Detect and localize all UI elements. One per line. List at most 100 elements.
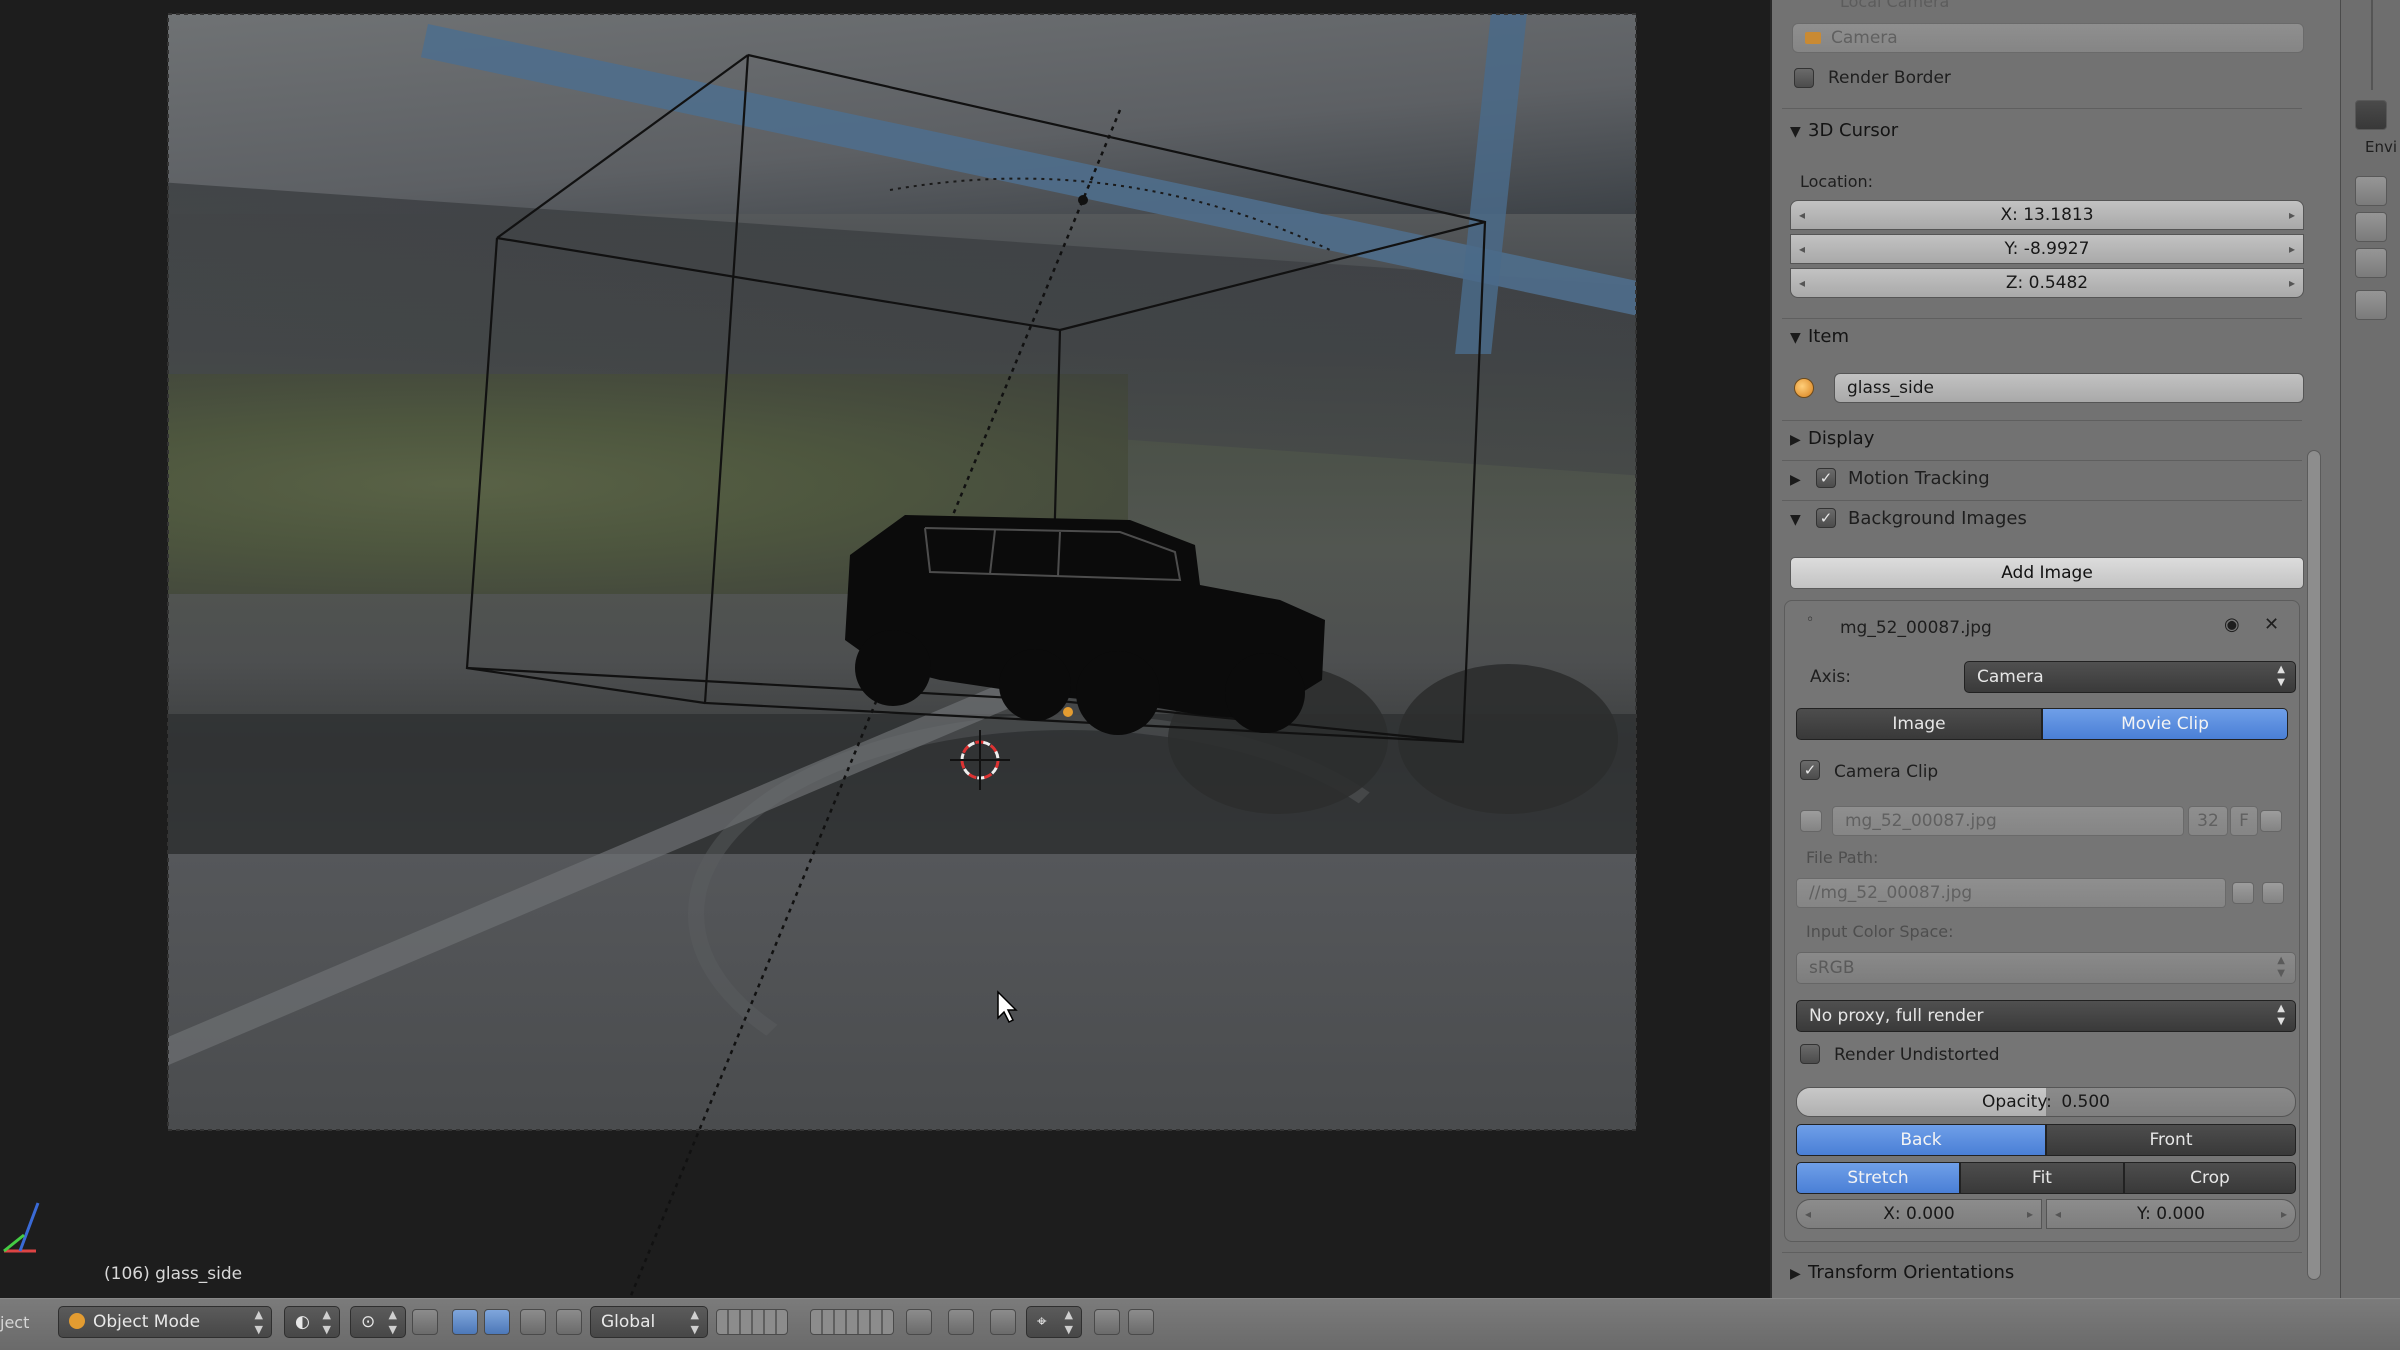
mode-dropdown[interactable]: Object Mode ▲ ▼ (58, 1306, 272, 1338)
properties-editor-tabs: Envi (2340, 0, 2400, 1298)
render-border-checkbox[interactable] (1794, 68, 1814, 88)
render-undistorted-label: Render Undistorted (1834, 1045, 2000, 1065)
depth-front-button[interactable]: Front (2046, 1124, 2296, 1156)
render-undistorted-checkbox[interactable] (1800, 1044, 1820, 1064)
divider (1782, 420, 2302, 421)
data-properties-icon[interactable] (2355, 290, 2387, 320)
object-origin-dot (1063, 707, 1073, 717)
3d-view-header: ject Object Mode ▲ ▼ ◐ ▲ ▼ ⊙ ▲ ▼ Global ▲ ▼ ⌖ ▲ ▼ (0, 1298, 2400, 1350)
cursor-x-field[interactable]: ◂ X: 13.1813 ▸ (1790, 200, 2304, 230)
proxy-dropdown[interactable]: No proxy, full render ▲ ▼ (1796, 1000, 2296, 1032)
collapse-entry-icon[interactable]: ◦ (1806, 612, 1814, 628)
transform-orientations-section-header[interactable]: ▶ Transform Orientations (1790, 1262, 2014, 1283)
offset-y-field[interactable]: ◂ Y: 0.000 ▸ (2046, 1199, 2296, 1229)
increment-arrow-icon[interactable]: ▸ (2289, 269, 2295, 297)
object-menu-fragment[interactable]: ject (0, 1313, 29, 1332)
add-image-button[interactable]: Add Image (1790, 557, 2304, 589)
offset-x-value: X: 0.000 (1883, 1204, 1955, 1224)
translate-manipulator-icon[interactable] (452, 1309, 478, 1335)
decrement-arrow-icon[interactable]: ◂ (1799, 235, 1805, 263)
render-animation-icon[interactable] (1128, 1309, 1154, 1335)
truck-silhouette[interactable] (845, 515, 1325, 735)
updown-arrows-icon: ▲ ▼ (2277, 955, 2285, 979)
bg-image-filename: mg_52_00087.jpg (1840, 618, 1992, 638)
color-space-dropdown[interactable]: sRGB ▲ ▼ (1796, 952, 2296, 984)
3d-cursor-section-header[interactable]: ▼ 3D Cursor (1790, 120, 1898, 141)
motion-tracking-section-header[interactable]: ▶ (1790, 468, 1808, 489)
modifiers-icon[interactable] (2355, 248, 2387, 278)
open-folder-icon[interactable] (2260, 810, 2282, 832)
frame-crop-button[interactable]: Crop (2124, 1162, 2296, 1194)
display-section-title: Display (1808, 428, 1875, 449)
source-tab-image[interactable]: Image (1796, 708, 2042, 740)
display-section-header[interactable]: ▶ Display (1790, 428, 1874, 449)
cursor-z-field[interactable]: ◂ Z: 0.5482 ▸ (1790, 268, 2304, 298)
proxy-value: No proxy, full render (1809, 1006, 1984, 1026)
axis-dropdown[interactable]: Camera ▲ ▼ (1964, 661, 2296, 693)
object-properties-icon[interactable] (2355, 176, 2387, 206)
frame-fit-button[interactable]: Fit (1960, 1162, 2124, 1194)
movie-clip-browse-icon[interactable] (1800, 810, 1822, 832)
background-images-section-title: Background Images (1848, 508, 2027, 529)
orientation-value: Global (601, 1312, 656, 1332)
source-tab-movie-clip[interactable]: Movie Clip (2042, 708, 2288, 740)
increment-arrow-icon[interactable]: ▸ (2027, 1200, 2033, 1228)
viewport-shading-dropdown[interactable]: ◐ ▲ ▼ (284, 1306, 340, 1338)
visibility-eye-icon[interactable]: ◉ (2224, 614, 2240, 635)
manipulator-extra-icon[interactable] (556, 1309, 582, 1335)
proportional-edit-icon[interactable] (948, 1309, 974, 1335)
camera-clip-checkbox[interactable]: ✓ (1800, 760, 1820, 780)
folder-icon[interactable] (2232, 882, 2254, 904)
expand-triangle-icon: ▼ (1790, 330, 1801, 346)
clip-users-count[interactable]: 32 (2188, 806, 2228, 836)
decrement-arrow-icon[interactable]: ◂ (1799, 201, 1805, 229)
snap-element-dropdown[interactable]: ⌖ ▲ ▼ (1026, 1306, 1082, 1338)
updown-arrows-icon: ▲ ▼ (1064, 1308, 1073, 1336)
pivot-point-dropdown[interactable]: ⊙ ▲ ▼ (350, 1306, 406, 1338)
motion-tracking-checkbox[interactable]: ✓ (1816, 468, 1836, 488)
render-settings-icon[interactable] (2355, 100, 2387, 130)
background-images-checkbox[interactable]: ✓ (1816, 508, 1836, 528)
layers-group-1-icon[interactable] (716, 1309, 788, 1335)
frame-stretch-button[interactable]: Stretch (1796, 1162, 1960, 1194)
render-opengl-icon[interactable] (1094, 1309, 1120, 1335)
offset-x-field[interactable]: ◂ X: 0.000 ▸ (1796, 1199, 2042, 1229)
axis-gizmo-icon (3, 1202, 40, 1253)
decrement-arrow-icon[interactable]: ◂ (2055, 1200, 2061, 1228)
transform-orientation-dropdown[interactable]: Global ▲ ▼ (590, 1306, 708, 1338)
expand-triangle-icon: ▼ (1790, 512, 1801, 528)
clip-fake-user-button[interactable]: F (2230, 806, 2258, 836)
lock-camera-field[interactable]: Camera (1792, 23, 2304, 53)
item-name-field[interactable]: glass_side (1834, 373, 2304, 403)
decrement-arrow-icon[interactable]: ◂ (1805, 1200, 1811, 1228)
lock-layers-icon[interactable] (906, 1309, 932, 1335)
increment-arrow-icon[interactable]: ▸ (2281, 1200, 2287, 1228)
opacity-slider[interactable]: Opacity: 0.500 (1796, 1087, 2296, 1117)
opacity-label: Opacity: (1982, 1092, 2052, 1112)
file-path-field[interactable]: //mg_52_00087.jpg (1796, 878, 2226, 908)
3d-viewport[interactable]: (106) glass_side (0, 0, 1770, 1298)
background-images-section-header[interactable]: ▼ (1790, 508, 1808, 529)
remove-x-icon[interactable]: ✕ (2264, 614, 2279, 635)
reload-icon[interactable] (2262, 882, 2284, 904)
panel-scrollbar[interactable] (2307, 450, 2321, 1280)
collapse-triangle-icon: ▶ (1790, 472, 1801, 488)
constraints-icon[interactable] (2355, 212, 2387, 242)
depth-back-button[interactable]: Back (1796, 1124, 2046, 1156)
cursor-y-field[interactable]: ◂ Y: -8.9927 ▸ (1790, 234, 2304, 264)
clip-datablock-field[interactable]: mg_52_00087.jpg (1832, 806, 2184, 836)
scale-manipulator-icon[interactable] (520, 1309, 546, 1335)
snap-toggle-icon[interactable] (990, 1309, 1016, 1335)
rotate-manipulator-icon[interactable] (484, 1309, 510, 1335)
object-icon (1794, 378, 1814, 398)
increment-arrow-icon[interactable]: ▸ (2289, 235, 2295, 263)
updown-arrows-icon: ▲ ▼ (322, 1308, 331, 1336)
item-section-header[interactable]: ▼ Item (1790, 326, 1849, 347)
increment-arrow-icon[interactable]: ▸ (2289, 201, 2295, 229)
mouse-pointer-icon (997, 990, 1018, 1024)
3d-cursor[interactable] (950, 730, 1010, 790)
decrement-arrow-icon[interactable]: ◂ (1799, 269, 1805, 297)
updown-arrows-icon: ▲ ▼ (2277, 1003, 2285, 1027)
manipulator-toggle-icon[interactable] (412, 1309, 438, 1335)
layers-group-2-icon[interactable] (810, 1309, 894, 1335)
